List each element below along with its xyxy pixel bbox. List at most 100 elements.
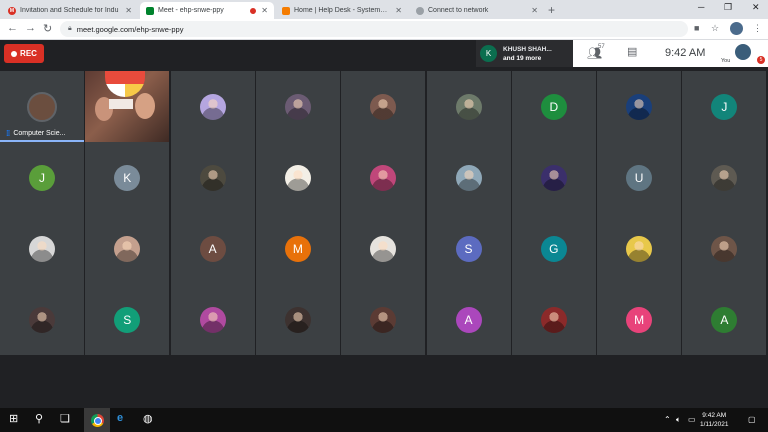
speaking-indicator-icon: ⁞⁞ — [6, 129, 10, 138]
close-window-icon[interactable]: ✕ — [752, 2, 760, 13]
participant-tile[interactable]: A — [170, 213, 255, 284]
participant-tile[interactable] — [0, 213, 84, 284]
close-tab-icon[interactable]: ✕ — [395, 6, 402, 15]
participant-photo-avatar — [370, 93, 397, 120]
participant-video-tile[interactable] — [85, 71, 170, 142]
participant-tile[interactable] — [255, 71, 340, 142]
windows-taskbar: ⊞ ⚲ ❏ e ◍ ⌃ 🔈︎ ▭ 9:42 AM 1/11/2021 ▢ — [0, 408, 768, 432]
participant-tile[interactable] — [341, 142, 426, 213]
close-tab-icon[interactable]: ✕ — [261, 6, 268, 15]
speaker-name: KHUSH SHAH... — [503, 45, 552, 53]
chrome-taskbar-button[interactable] — [84, 408, 110, 432]
tab-helpdesk[interactable]: Home | Help Desk - Systems De ✕ — [276, 2, 408, 19]
windows-start-icon[interactable]: ⊞ — [9, 412, 18, 425]
search-icon[interactable]: ⚲ — [35, 412, 43, 425]
reload-icon[interactable]: ↻ — [43, 22, 52, 35]
participant-photo-avatar — [540, 306, 567, 333]
participant-initial-avatar: M — [284, 235, 311, 262]
lock-icon: 🔒︎ — [68, 25, 72, 32]
close-tab-icon[interactable]: ✕ — [125, 6, 132, 15]
participant-tile[interactable] — [341, 284, 426, 355]
app-icon[interactable]: ◍ — [143, 412, 153, 425]
participant-tile[interactable] — [426, 142, 511, 213]
notification-badge: 5 — [757, 56, 765, 64]
participant-tile[interactable] — [85, 213, 170, 284]
restore-icon[interactable]: ❐ — [724, 2, 732, 13]
self-tile-name: Computer Scie... — [13, 130, 66, 137]
video-sign — [109, 99, 134, 109]
participant-initial-avatar: S — [114, 306, 141, 333]
notifications-icon[interactable]: ▢ — [748, 415, 756, 424]
participant-tile[interactable] — [341, 213, 426, 284]
task-view-icon[interactable]: ❏ — [60, 412, 70, 425]
participant-tile[interactable]: A — [426, 284, 511, 355]
participant-tile[interactable]: U — [597, 142, 682, 213]
minimize-icon[interactable]: ─ — [698, 2, 704, 12]
participant-tile[interactable] — [426, 71, 511, 142]
tab-gmail[interactable]: M Invitation and Schedule for Indu ✕ — [2, 2, 138, 19]
self-avatar-photo — [27, 91, 57, 122]
participant-tile[interactable]: S — [85, 284, 170, 355]
participant-tile[interactable]: J — [682, 71, 767, 142]
tab-title: Connect to network — [428, 7, 489, 14]
participant-tile[interactable] — [597, 213, 682, 284]
meet-bottom-area — [0, 355, 768, 408]
participant-photo-avatar — [114, 235, 141, 262]
participant-initial-avatar: J — [711, 93, 738, 120]
participant-initial-avatar: D — [540, 93, 567, 120]
record-dot-icon — [11, 50, 18, 57]
participant-photo-avatar — [370, 306, 397, 333]
new-tab-button[interactable]: + — [548, 3, 555, 17]
participant-tile-self[interactable]: ⁞⁞ Computer Scie... — [0, 71, 84, 142]
participant-tile[interactable]: J — [0, 142, 84, 213]
menu-kebab-icon[interactable]: ⋮ — [753, 23, 762, 34]
participant-tile[interactable] — [511, 142, 596, 213]
tab-connect-network[interactable]: Connect to network ✕ — [410, 2, 544, 19]
participant-tile[interactable]: M — [255, 213, 340, 284]
self-avatar[interactable] — [735, 44, 751, 60]
profile-avatar[interactable] — [730, 22, 743, 35]
participant-tile[interactable] — [170, 284, 255, 355]
participant-tile[interactable]: D — [511, 71, 596, 142]
participant-tile[interactable]: G — [511, 213, 596, 284]
gmail-icon: M — [8, 6, 16, 15]
browser-tab-strip: M Invitation and Schedule for Indu ✕ Mee… — [0, 0, 768, 19]
participant-tile[interactable]: S — [426, 213, 511, 284]
participant-tile[interactable] — [682, 142, 767, 213]
participant-tile[interactable] — [341, 71, 426, 142]
speaker-avatar: K — [480, 45, 497, 62]
participant-photo-avatar — [455, 93, 482, 120]
rec-label: REC — [20, 49, 37, 58]
participant-photo-avatar — [199, 306, 226, 333]
participant-photo-avatar — [455, 164, 482, 191]
participant-tile[interactable] — [170, 142, 255, 213]
back-icon[interactable]: ← — [7, 22, 18, 34]
participant-tile[interactable] — [255, 142, 340, 213]
tab-meet[interactable]: Meet - ehp-snwe-ppy ✕ — [140, 2, 274, 19]
url-text: meet.google.com/ehp-snwe-ppy — [76, 24, 184, 34]
participant-tile[interactable] — [170, 71, 255, 142]
chat-icon[interactable]: ▤ — [627, 45, 637, 58]
forward-icon[interactable]: → — [25, 22, 36, 34]
volume-icon[interactable]: 🔈︎ — [676, 415, 681, 425]
participant-photo-avatar — [199, 93, 226, 120]
close-tab-icon[interactable]: ✕ — [531, 6, 538, 15]
participant-photo-avatar — [29, 235, 55, 262]
participant-tile[interactable]: A — [682, 284, 767, 355]
network-icon[interactable]: ▭ — [688, 415, 696, 424]
participant-tile[interactable] — [255, 284, 340, 355]
participant-tile[interactable]: K — [85, 142, 170, 213]
helpdesk-icon — [282, 6, 290, 15]
bookmark-star-icon[interactable]: ☆ — [711, 23, 719, 34]
taskbar-clock[interactable]: 9:42 AM 1/11/2021 — [700, 411, 728, 429]
tray-chevron-icon[interactable]: ⌃ — [664, 415, 671, 424]
edge-icon[interactable]: e — [117, 412, 123, 424]
address-bar[interactable]: 🔒︎ meet.google.com/ehp-snwe-ppy — [60, 21, 688, 37]
tab-title: Invitation and Schedule for Indu — [20, 7, 119, 14]
participant-tile[interactable] — [511, 284, 596, 355]
camera-icon[interactable]: ■ — [694, 23, 699, 33]
participant-tile[interactable] — [0, 284, 84, 355]
participant-tile[interactable] — [682, 213, 767, 284]
participant-tile[interactable] — [597, 71, 682, 142]
participant-tile[interactable]: M — [597, 284, 682, 355]
